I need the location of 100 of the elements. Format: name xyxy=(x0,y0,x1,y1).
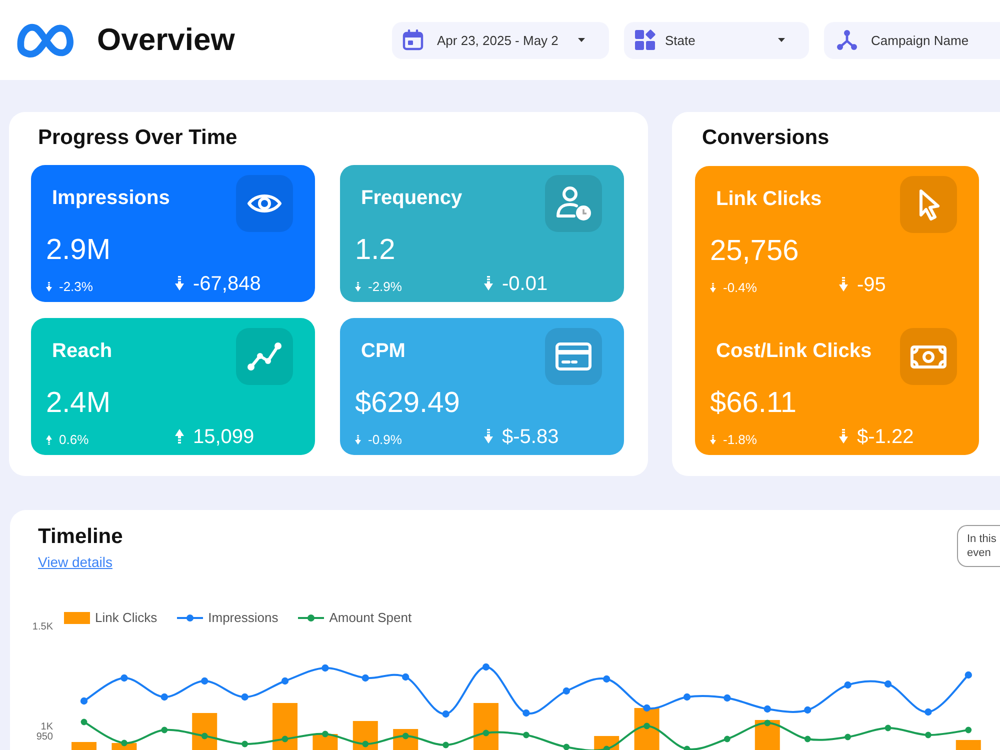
chart-bar xyxy=(272,703,298,750)
metric-label: Cost/Link Clicks xyxy=(716,339,872,364)
metric-value: 2.4M xyxy=(46,388,110,422)
line-point xyxy=(764,705,771,713)
metric-value: $66.11 xyxy=(710,388,797,422)
metric-value: 2.9M xyxy=(46,235,110,268)
line-point xyxy=(402,732,409,740)
line-point xyxy=(281,677,289,685)
line-point xyxy=(684,746,690,750)
change-percent: -2.3% xyxy=(59,278,93,295)
line-point xyxy=(282,736,288,742)
hierarchy-icon xyxy=(836,29,858,51)
change-percent: -0.4% xyxy=(723,280,757,296)
eye-icon xyxy=(236,175,293,232)
user-clock-icon xyxy=(545,175,602,232)
chart-bar xyxy=(352,721,378,750)
metric-value: 25,756 xyxy=(710,236,799,270)
line-point xyxy=(121,740,128,746)
line-point xyxy=(764,720,771,726)
line-point xyxy=(482,730,490,736)
line-point xyxy=(924,708,932,716)
line-point xyxy=(402,673,410,681)
line-point xyxy=(603,746,610,750)
line-point xyxy=(482,663,490,671)
line-point xyxy=(160,693,168,701)
metric-label: Impressions xyxy=(52,186,170,211)
line-point xyxy=(964,671,972,679)
line-point xyxy=(724,694,731,702)
metric-value: $629.49 xyxy=(355,388,460,422)
change-value: -95 xyxy=(857,272,886,297)
line-point xyxy=(844,681,852,689)
metric-value: 1.2 xyxy=(355,235,396,268)
line-point xyxy=(884,724,892,732)
chart-bar xyxy=(192,713,218,750)
metric-label: Link Clicks xyxy=(716,187,822,212)
axis-tick-label: 1.5K xyxy=(32,622,53,633)
line-point xyxy=(562,687,570,695)
date-range-dropdown[interactable]: Apr 23, 2025 - May 2 xyxy=(392,22,609,58)
line-point xyxy=(925,732,932,738)
line-point xyxy=(884,680,892,688)
line-point xyxy=(522,709,530,717)
shapes-icon xyxy=(634,29,656,51)
change-percent: 0.6% xyxy=(59,432,89,448)
legend-label: Impressions xyxy=(208,610,278,626)
card-title: Conversions xyxy=(702,126,830,150)
metric-label: CPM xyxy=(361,339,406,364)
change-percent: -1.8% xyxy=(723,432,757,448)
line-point xyxy=(362,740,369,748)
line-point xyxy=(80,697,88,705)
change-percent: -2.9% xyxy=(368,278,402,295)
line-point xyxy=(563,744,570,750)
page-title: Overview xyxy=(97,22,235,58)
line-point xyxy=(442,742,449,748)
view-details-link[interactable]: View details xyxy=(38,555,112,570)
line-point xyxy=(844,734,851,740)
change-value: -0.01 xyxy=(502,272,548,296)
line-point xyxy=(442,710,450,718)
chart-bar xyxy=(72,742,96,750)
line-point xyxy=(161,726,168,734)
campaign-dropdown[interactable]: Campaign Name xyxy=(824,22,1000,58)
line-point xyxy=(242,740,248,748)
line-point xyxy=(965,726,972,734)
legend-label: Amount Spent xyxy=(329,610,412,626)
line-point xyxy=(603,675,610,683)
line-point xyxy=(523,732,530,738)
card-title: Progress Over Time xyxy=(38,126,238,150)
line-point xyxy=(241,693,248,701)
change-value: $-5.83 xyxy=(502,424,559,449)
line-point xyxy=(201,732,208,740)
axis-tick-label: 950 xyxy=(36,732,53,743)
chart-bar xyxy=(474,703,498,750)
banknote-icon xyxy=(900,328,957,385)
line-point xyxy=(724,736,730,742)
metric-label: Reach xyxy=(52,339,112,364)
state-dropdown[interactable]: State xyxy=(624,22,809,58)
change-percent: -0.9% xyxy=(368,432,402,448)
line-point xyxy=(804,736,811,742)
line-point xyxy=(322,730,328,738)
line-point xyxy=(683,693,691,701)
chart-bar xyxy=(956,740,981,750)
line-point xyxy=(201,677,208,685)
calendar-icon xyxy=(402,29,424,51)
chart-bar xyxy=(634,708,660,750)
change-value: -67,848 xyxy=(193,272,261,296)
line-point xyxy=(322,664,329,672)
metric-label: Frequency xyxy=(361,186,462,211)
legend-label: Link Clicks xyxy=(95,610,158,626)
change-value: $-1.22 xyxy=(857,424,914,449)
chart-bar xyxy=(754,720,780,750)
line-point xyxy=(643,704,650,712)
line-point xyxy=(120,674,128,682)
credit-card-icon xyxy=(545,328,602,385)
line-point xyxy=(644,722,650,730)
line-point xyxy=(80,718,88,726)
change-value: 15,099 xyxy=(193,424,254,449)
card-title: Timeline xyxy=(38,525,123,549)
line-point xyxy=(362,674,369,682)
line-point xyxy=(804,706,812,714)
info-callout: In this even xyxy=(957,525,1000,567)
axis-tick-label: 1K xyxy=(40,722,53,733)
